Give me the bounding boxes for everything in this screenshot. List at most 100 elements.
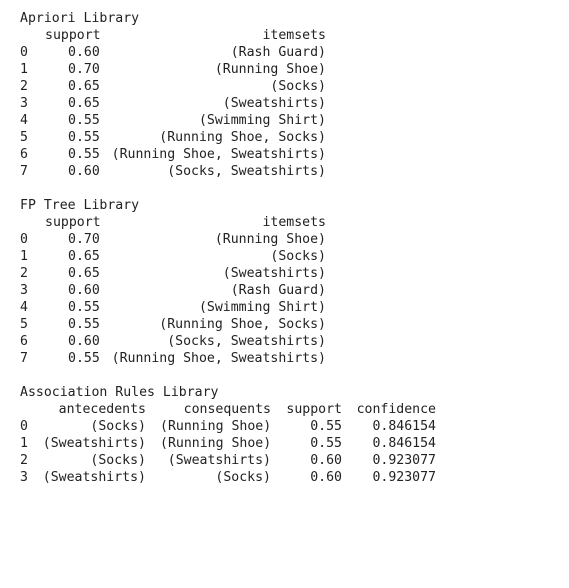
fptree-row-index: 6 <box>20 334 28 349</box>
rules-row: 2 (Socks) (Sweatshirts) 0.60 0.923077 <box>0 452 569 469</box>
console-output: Apriori Library support itemsets 0 0.60 … <box>0 10 569 486</box>
fptree-row-support: 0.65 <box>68 249 100 264</box>
fptree-row-index: 5 <box>20 317 28 332</box>
fptree-row-itemsets: (Running Shoe) <box>214 232 326 247</box>
rules-row: 0 (Socks) (Running Shoe) 0.55 0.846154 <box>0 418 569 435</box>
apriori-row: 2 0.65 (Socks) <box>0 78 569 95</box>
apriori-row-index: 0 <box>20 45 28 60</box>
apriori-row-support: 0.65 <box>68 79 100 94</box>
apriori-row-itemsets: (Rash Guard) <box>230 45 326 60</box>
apriori-row: 1 0.70 (Running Shoe) <box>0 61 569 78</box>
rules-row-support: 0.60 <box>310 453 342 468</box>
rules-row-support: 0.55 <box>310 436 342 451</box>
rules-row-consequents: (Running Shoe) <box>160 419 272 434</box>
apriori-header-row: support itemsets <box>0 27 569 44</box>
apriori-row-itemsets: (Swimming Shirt) <box>198 113 326 128</box>
fptree-row-index: 2 <box>20 266 28 281</box>
fptree-row-support: 0.60 <box>68 334 100 349</box>
apriori-row-itemsets: (Socks) <box>270 79 326 94</box>
apriori-row: 6 0.55 (Running Shoe, Sweatshirts) <box>0 146 569 163</box>
rules-row-consequents: (Socks) <box>215 470 271 485</box>
fptree-row-support: 0.60 <box>68 283 100 298</box>
apriori-row: 0 0.60 (Rash Guard) <box>0 44 569 61</box>
fptree-row-index: 0 <box>20 232 28 247</box>
rules-row-antecedents: (Socks) <box>90 453 146 468</box>
rules-header-antecedents: antecedents <box>58 402 146 417</box>
apriori-row-itemsets: (Running Shoe, Socks) <box>159 130 326 145</box>
apriori-row-index: 7 <box>20 164 28 179</box>
apriori-row-itemsets: (Running Shoe, Sweatshirts) <box>111 147 326 162</box>
fptree-row-index: 1 <box>20 249 28 264</box>
fptree-row: 3 0.60 (Rash Guard) <box>0 282 569 299</box>
fptree-row-support: 0.55 <box>68 300 100 315</box>
apriori-header-itemsets: itemsets <box>262 28 326 43</box>
fptree-header-row: support itemsets <box>0 214 569 231</box>
apriori-row-support: 0.60 <box>68 164 100 179</box>
rules-row-antecedents: (Socks) <box>90 419 146 434</box>
fptree-row-index: 7 <box>20 351 28 366</box>
rules-header-row: antecedents consequents support confiden… <box>0 401 569 418</box>
apriori-row: 4 0.55 (Swimming Shirt) <box>0 112 569 129</box>
apriori-row-index: 5 <box>20 130 28 145</box>
apriori-row-support: 0.55 <box>68 113 100 128</box>
rules-row-confidence: 0.923077 <box>372 453 436 468</box>
apriori-row-index: 2 <box>20 79 28 94</box>
fptree-title-line: FP Tree Library <box>0 197 569 214</box>
rules-header-consequents: consequents <box>183 402 271 417</box>
rules-row-support: 0.60 <box>310 470 342 485</box>
fptree-header-support: support <box>45 215 101 230</box>
rules-row-antecedents: (Sweatshirts) <box>42 436 146 451</box>
fptree-row: 2 0.65 (Sweatshirts) <box>0 265 569 282</box>
rules-title: Association Rules Library <box>20 385 219 400</box>
apriori-row-index: 1 <box>20 62 28 77</box>
fptree-row-support: 0.70 <box>68 232 100 247</box>
apriori-row-itemsets: (Sweatshirts) <box>222 96 326 111</box>
rules-header-confidence: confidence <box>356 402 436 417</box>
fptree-row-support: 0.65 <box>68 266 100 281</box>
rules-row-confidence: 0.923077 <box>372 470 436 485</box>
apriori-row-index: 4 <box>20 113 28 128</box>
apriori-title: Apriori Library <box>20 11 140 26</box>
apriori-row: 5 0.55 (Running Shoe, Socks) <box>0 129 569 146</box>
rules-header-support: support <box>286 402 342 417</box>
apriori-row-support: 0.65 <box>68 96 100 111</box>
fptree-row: 1 0.65 (Socks) <box>0 248 569 265</box>
apriori-header-support: support <box>45 28 101 43</box>
fptree-row-itemsets: (Socks, Sweatshirts) <box>167 334 326 349</box>
rules-row-index: 0 <box>20 419 28 434</box>
rules-row-confidence: 0.846154 <box>372 419 436 434</box>
fptree-row-itemsets: (Running Shoe, Socks) <box>159 317 326 332</box>
rules-row-index: 2 <box>20 453 28 468</box>
apriori-row-index: 3 <box>20 96 28 111</box>
rules-row-index: 3 <box>20 470 28 485</box>
rules-row: 3 (Sweatshirts) (Socks) 0.60 0.923077 <box>0 469 569 486</box>
rules-row-support: 0.55 <box>310 419 342 434</box>
apriori-row-support: 0.55 <box>68 147 100 162</box>
rules-row-index: 1 <box>20 436 28 451</box>
fptree-row: 0 0.70 (Running Shoe) <box>0 231 569 248</box>
fptree-row-support: 0.55 <box>68 351 100 366</box>
fptree-row: 7 0.55 (Running Shoe, Sweatshirts) <box>0 350 569 367</box>
fptree-row-index: 3 <box>20 283 28 298</box>
rules-row-consequents: (Running Shoe) <box>160 436 272 451</box>
fptree-row-itemsets: (Running Shoe, Sweatshirts) <box>111 351 326 366</box>
fptree-header-itemsets: itemsets <box>262 215 326 230</box>
apriori-row-support: 0.70 <box>68 62 100 77</box>
fptree-row: 5 0.55 (Running Shoe, Socks) <box>0 316 569 333</box>
rules-title-line: Association Rules Library <box>0 384 569 401</box>
apriori-row-itemsets: (Running Shoe) <box>214 62 326 77</box>
apriori-row-index: 6 <box>20 147 28 162</box>
fptree-row-itemsets: (Socks) <box>270 249 326 264</box>
apriori-row: 7 0.60 (Socks, Sweatshirts) <box>0 163 569 180</box>
apriori-title-line: Apriori Library <box>0 10 569 27</box>
fptree-row-itemsets: (Rash Guard) <box>230 283 326 298</box>
fptree-row: 4 0.55 (Swimming Shirt) <box>0 299 569 316</box>
apriori-row-itemsets: (Socks, Sweatshirts) <box>167 164 326 179</box>
rules-row: 1 (Sweatshirts) (Running Shoe) 0.55 0.84… <box>0 435 569 452</box>
fptree-row-itemsets: (Swimming Shirt) <box>198 300 326 315</box>
fptree-row-support: 0.55 <box>68 317 100 332</box>
rules-row-confidence: 0.846154 <box>372 436 436 451</box>
fptree-row: 6 0.60 (Socks, Sweatshirts) <box>0 333 569 350</box>
